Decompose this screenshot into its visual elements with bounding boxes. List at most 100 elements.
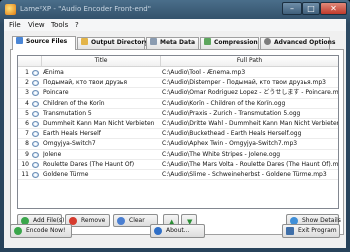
tab-meta-data[interactable]: Meta Data [146,37,199,49]
row-title: Ænima [43,69,64,76]
row-index: 8 [25,140,29,148]
client-area: File View Tools ? Source Files Output Di… [4,19,346,248]
row-full-path: C:\Audio\Praxis - Zurich - Transmutation… [162,109,301,117]
row-full-path: C:\Audio\Korïn - Children of the Korïn.o… [162,99,286,107]
row-title: Poincare [43,89,69,97]
row-full-path: C:\Audio\Tool - Ænema.mp3 [162,69,246,76]
table-row[interactable]: 5 Transmutation 5 C:\Audio\Praxis - Zurich… [18,109,338,119]
encode-now-button[interactable]: Encode Now! [10,224,72,238]
audio-file-icon [32,110,39,117]
row-index: 6 [25,119,29,127]
compression-icon [204,38,211,45]
table-row[interactable]: 4 Children of the Korïn C:\Audio\Korïn - C… [18,99,338,109]
row-title: Children of the Korïn [43,99,105,107]
encode-label: Encode Now! [26,227,66,234]
row-full-path: C:\Audio\Distemper - Подымай, кто твои д… [162,79,326,87]
tab-label: Meta Data [160,39,195,46]
minimize-button[interactable]: – [282,2,302,15]
row-index: 10 [21,160,29,168]
row-index: 2 [25,79,29,87]
row-title: Dummheit Kann Man Nicht Verbieten [43,119,155,127]
row-title: Jolene [43,150,62,158]
meta-data-icon [150,38,157,45]
menu-tools[interactable]: Tools [51,21,68,29]
row-full-path: C:\Audio\Omar Rodriguez Lopez - どうせします -… [162,89,338,97]
table-row[interactable]: 1 Ænima C:\Audio\Tool - Ænema.mp3 [18,68,338,79]
file-list-header: Title Full Path [18,56,338,67]
tab-label: Compression [214,39,258,46]
audio-file-icon [32,90,39,97]
row-full-path: C:\Audio\Dritte Wahl - Dummheit Kann Man… [162,119,338,127]
tab-bar: Source Files Output Directory Meta Data … [10,36,344,50]
audio-file-icon [32,100,39,107]
audio-file-icon [32,151,39,158]
row-index: 11 [21,170,29,178]
close-button[interactable]: ✕ [320,2,347,15]
file-list[interactable]: Title Full Path 1 Ænima C:\Audio\Tool - Æn… [17,55,339,209]
table-row[interactable]: 7 Earth Heals Herself C:\Audio\Buckethead … [18,129,338,140]
tab-label: Output Directory [91,39,149,46]
folder-icon [81,38,88,45]
row-index: 3 [25,89,29,97]
about-button[interactable]: About... [150,224,205,238]
table-row[interactable]: 3 Poincare C:\Audio\Omar Rodriguez Lopez -… [18,88,338,99]
app-window: Lame²XP - "Audio Encoder Front-end" – □ … [0,0,350,252]
audio-file-icon [32,70,39,76]
audio-file-icon [32,131,39,138]
audio-file-icon [32,161,39,168]
exit-label: Exit Program [298,227,337,234]
tab-output-directory[interactable]: Output Directory [77,37,149,49]
gear-icon [264,38,271,45]
header-index [18,56,42,67]
row-full-path: C:\Audio\The Mars Volta - Roulette Dares… [162,160,338,168]
header-full-path[interactable]: Full Path [161,56,338,67]
table-row[interactable]: 10 Roulette Dares (The Haunt Of) C:\Audio\… [18,160,338,170]
add-files-label: Add File(s) [33,217,65,224]
source-files-icon [16,37,23,44]
maximize-button[interactable]: □ [302,2,320,15]
encode-icon [14,227,22,235]
table-row[interactable]: 8 Omgyjya-Switch7 C:\Audio\Aphex Twin - Om… [18,139,338,150]
table-row[interactable]: 9 Jolene C:\Audio\The White Stripes - Jole… [18,150,338,160]
about-label: About... [166,227,190,234]
title-bar[interactable]: Lame²XP - "Audio Encoder Front-end" – □ … [0,0,350,19]
row-title: Transmutation 5 [43,109,92,117]
about-icon [154,227,162,235]
row-title: Omgyjya-Switch7 [43,140,96,148]
row-title: Roulette Dares (The Haunt Of) [43,160,135,168]
header-title[interactable]: Title [42,56,161,67]
table-row[interactable]: 6 Dummheit Kann Man Nicht Verbieten C:\Aud… [18,119,338,130]
clear-icon [117,217,125,225]
tab-label: Source Files [26,38,68,45]
tab-advanced-options[interactable]: Advanced Options [260,37,335,49]
row-index: 1 [25,69,29,76]
audio-file-icon [32,120,39,127]
row-index: 9 [25,150,29,158]
menu-help[interactable]: ? [75,21,79,29]
row-index: 4 [25,99,29,107]
row-title: Earth Heals Herself [43,130,101,138]
audio-file-icon [32,141,39,148]
row-full-path: C:\Audio\The White Stripes - Jolene.ogg [162,150,281,158]
menu-file[interactable]: File [9,21,21,29]
source-files-panel: Title Full Path 1 Ænima C:\Audio\Tool - Æn… [10,49,344,235]
menu-bar: File View Tools ? [4,19,346,31]
tab-compression[interactable]: Compression [200,37,259,49]
show-details-label: Show Details [302,217,341,224]
menu-view[interactable]: View [28,21,45,29]
tab-source-files[interactable]: Source Files [12,36,76,50]
exit-icon [286,227,294,235]
row-index: 5 [25,109,29,117]
tab-label: Advanced Options [274,39,336,46]
exit-program-button[interactable]: Exit Program [282,224,340,238]
file-rows: 1 Ænima C:\Audio\Tool - Ænema.mp3 2 Подымай,… [18,68,338,181]
row-index: 7 [25,130,29,138]
row-full-path: C:\Audio\Slime - Schweineherbst - Golden… [162,170,327,178]
row-full-path: C:\Audio\Aphex Twin - Omgyjya-Switch7.mp… [162,140,298,148]
table-row[interactable]: 2 Подымай, кто твои друзья C:\Audio\Distem… [18,78,338,89]
row-title: Goldene Türme [43,170,89,178]
window-title: Lame²XP - "Audio Encoder Front-end" [20,5,151,13]
audio-file-icon [32,171,39,178]
audio-file-icon [32,80,39,87]
table-row[interactable]: 11 Goldene Türme C:\Audio\Slime - Schweine… [18,170,338,181]
